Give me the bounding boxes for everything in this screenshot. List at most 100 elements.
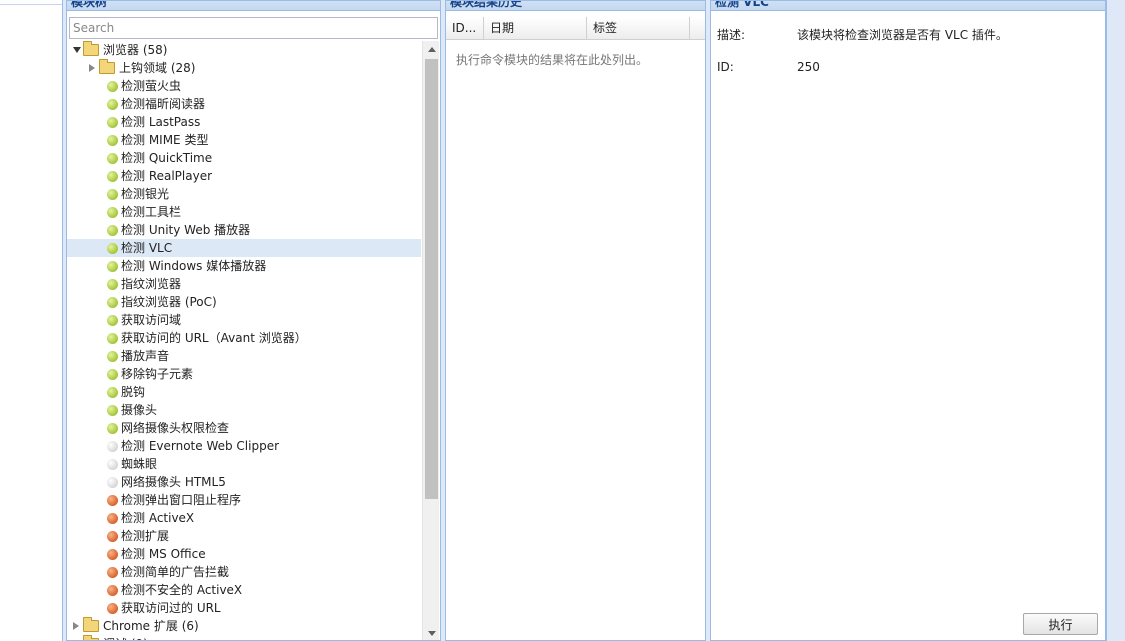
tree-module-node[interactable]: 检测银光: [67, 185, 421, 203]
status-green-icon: [107, 405, 118, 416]
tree-folder-node[interactable]: 调试 (9): [67, 635, 421, 640]
status-green-icon: [107, 297, 118, 308]
tree-module-node[interactable]: 检测简单的广告拦截: [67, 563, 421, 581]
status-green-icon: [107, 387, 118, 398]
tree-module-node[interactable]: 指纹浏览器 (PoC): [67, 293, 421, 311]
tree-module-node[interactable]: 移除钩子元素: [67, 365, 421, 383]
tree-node-label: 检测 Unity Web 播放器: [121, 223, 251, 237]
folder-icon: [83, 41, 99, 56]
id-value: 250: [797, 60, 820, 74]
module-tree-panel: 模块树 浏览器 (58) 上钩领域 (28) 检测萤火虫检测福昕阅读器检测 Last…: [66, 0, 441, 641]
scroll-down-icon[interactable]: [428, 631, 436, 636]
tree-node-label: 指纹浏览器 (PoC): [121, 295, 217, 309]
results-history-title: 模块结果历史: [446, 1, 705, 11]
tree-node-label: Chrome 扩展 (6): [103, 619, 199, 633]
tree-module-node[interactable]: 检测 ActiveX: [67, 509, 421, 527]
tree-module-node[interactable]: 检测 RealPlayer: [67, 167, 421, 185]
scrollbar-thumb[interactable]: [425, 59, 438, 499]
status-orange-icon: [107, 585, 118, 596]
tree-node-label: 蜘蛛眼: [121, 457, 158, 471]
tree-module-node[interactable]: 网络摄像头 HTML5: [67, 473, 421, 491]
tree-module-node[interactable]: 获取访问过的 URL: [67, 599, 421, 617]
status-green-icon: [107, 135, 118, 146]
column-header-date[interactable]: 日期: [484, 17, 587, 40]
tree-module-node[interactable]: 检测不安全的 ActiveX: [67, 581, 421, 599]
tree-module-node[interactable]: 播放声音: [67, 347, 421, 365]
status-green-icon: [107, 333, 118, 344]
folder-icon: [99, 59, 115, 74]
tree-module-node[interactable]: 检测 MIME 类型: [67, 131, 421, 149]
left-panel-row: [0, 0, 62, 5]
tree-node-label: 浏览器 (58): [103, 43, 168, 57]
tree-scrollbar[interactable]: [422, 41, 439, 640]
tree-node-label: 检测 MIME 类型: [121, 133, 209, 147]
tree-folder-node[interactable]: Chrome 扩展 (6): [67, 617, 421, 635]
tree-node-label: 检测 QuickTime: [121, 151, 213, 165]
status-green-icon: [107, 369, 118, 380]
results-history-panel: 模块结果历史 ID... 日期 标签 执行命令模块的结果将在此处列出。: [445, 0, 706, 641]
tree-node-label: 检测萤火虫: [121, 79, 182, 93]
tree-module-node[interactable]: 检测 Evernote Web Clipper: [67, 437, 421, 455]
tree-folder-node[interactable]: 浏览器 (58): [67, 41, 421, 59]
tree-module-node[interactable]: 检测福昕阅读器: [67, 95, 421, 113]
tree-node-label: 检测简单的广告拦截: [121, 565, 230, 579]
status-green-icon: [107, 261, 118, 272]
tree-node-label: 播放声音: [121, 349, 170, 363]
tree-module-node[interactable]: 获取访问的 URL（Avant 浏览器）: [67, 329, 421, 347]
tree-folder-node[interactable]: 上钩领域 (28): [67, 59, 421, 77]
status-green-icon: [107, 99, 118, 110]
history-empty-text: 执行命令模块的结果将在此处列出。: [456, 53, 649, 67]
status-green-icon: [107, 243, 118, 254]
status-green-icon: [107, 279, 118, 290]
tree-module-node[interactable]: 蜘蛛眼: [67, 455, 421, 473]
tree-module-node[interactable]: 检测 VLC: [67, 239, 421, 257]
tree-module-node[interactable]: 检测 LastPass: [67, 113, 421, 131]
tree-node-label: 指纹浏览器: [121, 277, 182, 291]
status-grey-icon: [107, 459, 118, 470]
tree-node-label: 获取访问域: [121, 313, 182, 327]
status-green-icon: [107, 207, 118, 218]
tree-node-label: 调试 (9): [103, 635, 148, 640]
tree-module-node[interactable]: 脱钩: [67, 383, 421, 401]
module-tree: 浏览器 (58) 上钩领域 (28) 检测萤火虫检测福昕阅读器 检测 LastPass…: [67, 41, 421, 640]
module-tree-title: 模块树: [67, 1, 440, 11]
column-header-label[interactable]: 标签: [587, 17, 690, 40]
tree-module-node[interactable]: 摄像头: [67, 401, 421, 419]
tree-node-label: 检测扩展: [121, 529, 170, 543]
status-green-icon: [107, 189, 118, 200]
tree-module-node[interactable]: 检测 MS Office: [67, 545, 421, 563]
status-orange-icon: [107, 567, 118, 578]
search-box[interactable]: [69, 17, 438, 39]
tree-module-node[interactable]: 检测萤火虫: [67, 77, 421, 95]
tree-node-label: 网络摄像头 HTML5: [121, 475, 226, 489]
tree-module-node[interactable]: 检测 QuickTime: [67, 149, 421, 167]
tree-module-node[interactable]: 指纹浏览器: [67, 275, 421, 293]
status-green-icon: [107, 315, 118, 326]
tree-module-node[interactable]: 检测扩展: [67, 527, 421, 545]
expand-closed-icon[interactable]: [89, 64, 95, 72]
tree-node-label: 检测不安全的 ActiveX: [121, 583, 243, 597]
tree-node-label: 检测银光: [121, 187, 170, 201]
execute-button[interactable]: 执行: [1023, 613, 1098, 635]
tree-module-node[interactable]: 检测 Windows 媒体播放器: [67, 257, 421, 275]
search-input[interactable]: [70, 18, 437, 38]
tree-module-node[interactable]: 检测弹出窗口阻止程序: [67, 491, 421, 509]
id-label: ID:: [717, 60, 734, 74]
tree-module-node[interactable]: 检测 Unity Web 播放器: [67, 221, 421, 239]
tree-module-node[interactable]: 检测工具栏: [67, 203, 421, 221]
scroll-up-icon[interactable]: [428, 47, 436, 52]
status-orange-icon: [107, 549, 118, 560]
column-header-id[interactable]: ID...: [446, 17, 484, 40]
tree-module-node[interactable]: 网络摄像头权限检查: [67, 419, 421, 437]
expand-closed-icon[interactable]: [73, 622, 79, 630]
expand-open-icon[interactable]: [73, 47, 81, 53]
status-green-icon: [107, 117, 118, 128]
tree-node-label: 检测 Evernote Web Clipper: [121, 439, 280, 453]
status-grey-icon: [107, 477, 118, 488]
tree-node-label: 摄像头: [121, 403, 158, 417]
tree-node-label: 脱钩: [121, 385, 146, 399]
status-green-icon: [107, 351, 118, 362]
history-grid-header: ID... 日期 标签: [446, 17, 705, 40]
left-side-panel: [0, 0, 63, 641]
tree-module-node[interactable]: 获取访问域: [67, 311, 421, 329]
